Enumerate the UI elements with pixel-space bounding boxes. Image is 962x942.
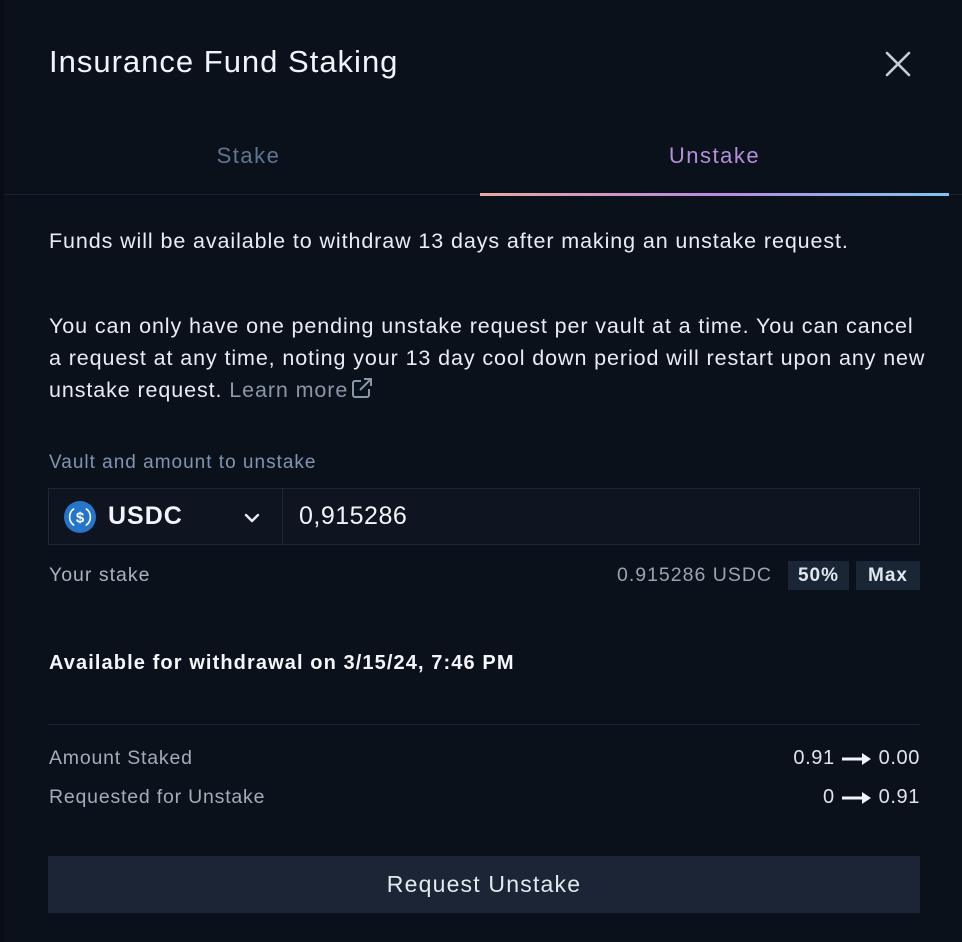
tab-stake[interactable]: Stake <box>14 128 483 195</box>
withdrawal-availability: Available for withdrawal on 3/15/24, 7:4… <box>49 652 515 674</box>
tab-unstake-label: Unstake <box>668 143 761 168</box>
active-tab-indicator <box>480 193 949 196</box>
your-stake-value: 0.915286 USDC <box>616 564 772 586</box>
requested-unstake-from: 0 <box>822 786 835 808</box>
requested-unstake-to: 0.91 <box>878 786 920 808</box>
selected-vault: USDC <box>108 502 183 530</box>
learn-more-link[interactable]: Learn more <box>229 378 374 402</box>
usdc-coin-icon: $ <box>64 501 96 533</box>
your-stake-label: Your stake <box>49 564 151 586</box>
close-icon[interactable] <box>881 47 915 81</box>
amount-staked-change: 0.91 0.00 <box>793 747 920 770</box>
half-button[interactable]: 50% <box>788 561 849 590</box>
external-link-icon <box>352 378 373 398</box>
request-unstake-button[interactable]: Request Unstake <box>48 856 920 913</box>
arrow-right-icon <box>841 791 871 804</box>
amount-input[interactable] <box>285 489 919 544</box>
vault-select[interactable]: $ USDC <box>49 489 283 544</box>
amount-staked-from: 0.91 <box>793 747 835 769</box>
tab-unstake[interactable]: Unstake <box>480 128 949 196</box>
amount-staked-label: Amount Staked <box>49 747 193 769</box>
insurance-fund-modal: Insurance Fund Staking Stake Unstake Fun… <box>4 0 962 942</box>
amount-staked-to: 0.00 <box>878 747 920 769</box>
requested-unstake-change: 0 0.91 <box>823 786 920 809</box>
pending-request-text: You can only have one pending unstake re… <box>49 314 926 402</box>
learn-more-label: Learn more <box>229 378 349 402</box>
vault-amount-row: $ USDC <box>48 488 920 545</box>
tab-bar: Stake Unstake <box>4 128 962 196</box>
vault-amount-label: Vault and amount to unstake <box>49 452 317 473</box>
pending-request-info: You can only have one pending unstake re… <box>49 310 929 406</box>
modal-title: Insurance Fund Staking <box>49 44 399 79</box>
arrow-right-icon <box>841 752 871 765</box>
chevron-down-icon <box>244 513 260 523</box>
divider <box>48 724 920 725</box>
withdraw-delay-info: Funds will be available to withdraw 13 d… <box>49 229 849 253</box>
svg-text:$: $ <box>76 510 85 527</box>
requested-unstake-label: Requested for Unstake <box>49 786 266 808</box>
max-button[interactable]: Max <box>856 561 920 590</box>
